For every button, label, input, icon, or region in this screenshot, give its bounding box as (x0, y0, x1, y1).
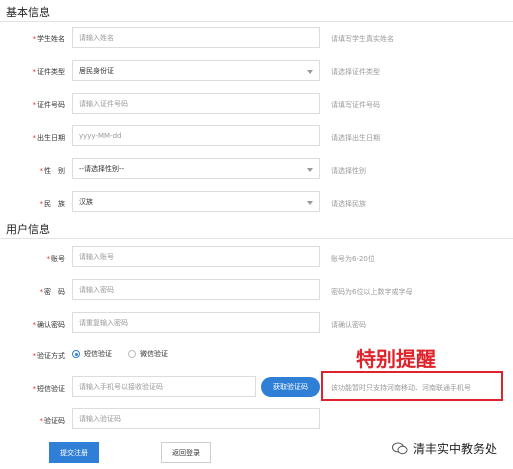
id-type-select[interactable]: 居民身份证 (72, 60, 320, 81)
id-number-input[interactable]: 请输入证件号码 (72, 93, 320, 114)
back-to-login-button[interactable]: 返回登录 (161, 442, 211, 463)
watermark: 清丰实中教务处 (392, 440, 497, 457)
verify-method-label: *验证方式 (32, 352, 66, 360)
wechat-icon (392, 442, 408, 455)
chevron-down-icon (307, 200, 313, 205)
student-name-label: *学生姓名 (32, 35, 66, 43)
radio-sms-label[interactable]: 短信验证 (84, 349, 112, 359)
confirm-password-input[interactable]: 请重复输入密码 (72, 312, 320, 333)
student-name-input[interactable]: 请输入姓名 (72, 27, 320, 48)
section-divider (0, 238, 513, 239)
phone-number-input[interactable]: 请输入手机号以接收验证码 (72, 376, 256, 397)
sms-hint: 该功能暂时只支持河南移动、河南联通手机号 (331, 384, 471, 392)
get-code-button[interactable]: 获取验证码 (261, 377, 320, 397)
id-type-label: *证件类型 (32, 68, 66, 76)
gender-hint: 请选择性别 (331, 167, 366, 175)
chevron-down-icon (307, 69, 313, 74)
birth-date-input[interactable]: yyyy-MM-dd (72, 125, 320, 146)
password-label: *密 码 (39, 288, 66, 296)
code-input[interactable]: 请输入验证码 (72, 408, 320, 429)
confirm-password-hint: 请确认密码 (331, 321, 366, 329)
confirm-password-label: *确认密码 (32, 321, 66, 329)
id-number-hint: 请填写证件号码 (331, 101, 380, 109)
nation-select[interactable]: 汉族 (72, 191, 320, 212)
gender-select[interactable]: --请选择性别-- (72, 158, 320, 179)
radio-wechat[interactable] (128, 350, 136, 358)
submit-register-button[interactable]: 提交注册 (49, 442, 99, 463)
password-hint: 密码为6位以上数字或字母 (331, 288, 413, 296)
chevron-down-icon (307, 167, 313, 172)
account-input[interactable]: 请输入账号 (72, 246, 320, 267)
code-label: *验证码 (39, 417, 66, 425)
sms-verify-label: *短信验证 (32, 385, 66, 393)
radio-sms[interactable] (72, 350, 80, 358)
radio-wechat-label[interactable]: 微信验证 (140, 349, 168, 359)
gender-label: *性 别 (39, 167, 66, 175)
section-divider (0, 21, 513, 22)
student-name-hint: 请填写学生真实姓名 (331, 35, 394, 43)
verify-method-options: 短信验证 微信验证 (72, 349, 168, 359)
nation-label: *民 族 (39, 200, 66, 208)
account-label: *账号 (46, 255, 66, 263)
id-number-label: *证件号码 (32, 101, 66, 109)
nation-hint: 请选择民族 (331, 200, 366, 208)
account-hint: 账号为6-20位 (331, 255, 375, 263)
birth-date-label: *出生日期 (32, 134, 66, 142)
id-type-hint: 请选择证件类型 (331, 68, 380, 76)
section-title-basic: 基本信息 (6, 6, 50, 19)
password-input[interactable]: 请输入密码 (72, 279, 320, 300)
special-reminder-annotation: 特别提醒 (356, 347, 436, 371)
birth-date-hint: 请选择出生日期 (331, 134, 380, 142)
section-title-user: 用户信息 (6, 223, 50, 236)
watermark-text: 清丰实中教务处 (413, 442, 498, 456)
